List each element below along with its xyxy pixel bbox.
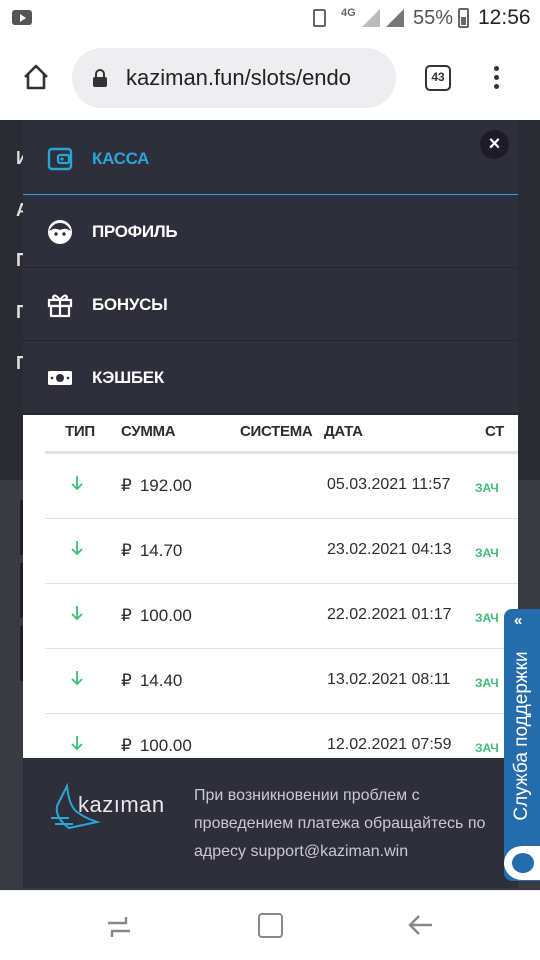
battery-icon: [458, 8, 469, 28]
amount-value: 14.70: [139, 541, 183, 560]
menu-item-cashback[interactable]: КЭШБЕК: [23, 341, 518, 414]
amount-value: 100.00: [139, 736, 192, 755]
menu-item-profile[interactable]: ПРОФИЛЬ: [23, 195, 518, 268]
amount-cell: ₽14.70: [121, 541, 182, 561]
menu-item-label: КЭШБЕК: [92, 368, 164, 387]
table-row: ₽100.00 12.02.2021 07:59 ЗАЧ: [45, 714, 518, 758]
column-header-amount: СУММА: [121, 423, 176, 440]
amount-value: 100.00: [139, 606, 192, 625]
amount-cell: ₽100.00: [121, 736, 192, 756]
date-cell: 12.02.2021 07:59: [327, 736, 452, 753]
support-label: Служба поддержки: [511, 651, 532, 821]
network-type-label: 4G: [341, 7, 356, 19]
column-header-status: СТ: [485, 423, 505, 440]
table-row: ₽14.40 13.02.2021 08:11 ЗАЧ: [45, 649, 518, 714]
chat-icon[interactable]: [504, 846, 540, 880]
amount-value: 14.40: [139, 671, 183, 690]
status-cell: ЗАЧ: [475, 611, 499, 625]
support-chevron: «: [514, 612, 523, 629]
browser-toolbar: kaziman.fun/slots/endo 43: [0, 38, 540, 120]
menu-item-bonuses[interactable]: БОНУСЫ: [23, 268, 518, 341]
lock-icon: [93, 69, 107, 87]
date-cell: 22.02.2021 01:17: [327, 606, 452, 623]
menu-item-label: БОНУСЫ: [92, 295, 168, 314]
gift-icon: [47, 294, 73, 318]
profile-face-icon: [48, 220, 72, 244]
menu-item-label: КАССА: [92, 149, 150, 168]
deposit-arrow-icon: [71, 606, 83, 621]
date-cell: 05.03.2021 11:57: [327, 476, 451, 493]
currency-sign: ₽: [121, 671, 132, 690]
status-cell: ЗАЧ: [475, 741, 499, 755]
date-cell: 23.02.2021 04:13: [327, 541, 452, 558]
kaziman-logo: kazıman: [47, 782, 167, 834]
deposit-arrow-icon: [71, 736, 83, 751]
currency-sign: ₽: [121, 606, 132, 625]
column-header-type: ТИП: [65, 423, 95, 440]
table-row: ₽192.00 05.03.2021 11:57 ЗАЧ: [45, 454, 518, 519]
deposit-arrow-icon: [71, 541, 83, 556]
signal-icon-2: [386, 9, 404, 27]
logo-text: kazıman: [78, 792, 165, 817]
menu-item-cashier[interactable]: КАССА: [23, 122, 518, 195]
status-cell: ЗАЧ: [475, 481, 499, 495]
menu-item-label: ПРОФИЛЬ: [92, 222, 178, 241]
sim-card-icon: [313, 9, 326, 27]
status-cell: ЗАЧ: [475, 546, 499, 560]
nav-home-icon[interactable]: [258, 913, 283, 938]
tab-switcher-button[interactable]: 43: [425, 65, 451, 91]
youtube-notification-icon: [12, 10, 32, 25]
deposit-arrow-icon: [71, 476, 83, 491]
deposit-arrow-icon: [71, 671, 83, 686]
status-bar: 4G 55% 12:56: [0, 0, 540, 38]
currency-sign: ₽: [121, 476, 132, 495]
battery-percentage: 55%: [413, 7, 454, 29]
android-nav-bar: [0, 890, 540, 960]
transactions-table: ТИП СУММА СИСТЕМА ДАТА СТ ₽192.00 05.03.…: [23, 415, 518, 758]
modal-footer: kazıman При возникновении проблем с пров…: [23, 758, 518, 888]
currency-sign: ₽: [121, 736, 132, 755]
clock: 12:56: [478, 6, 531, 29]
column-header-date: ДАТА: [324, 423, 363, 440]
amount-cell: ₽100.00: [121, 606, 192, 626]
browser-menu-icon[interactable]: [494, 66, 500, 92]
amount-value: 192.00: [139, 476, 192, 495]
column-header-system: СИСТЕМА: [240, 423, 313, 440]
wallet-icon: [47, 147, 73, 171]
back-icon[interactable]: [408, 914, 434, 936]
amount-cell: ₽14.40: [121, 671, 182, 691]
currency-sign: ₽: [121, 541, 132, 560]
date-cell: 13.02.2021 08:11: [327, 671, 451, 688]
home-icon[interactable]: [22, 63, 50, 91]
banknote-icon: [48, 371, 72, 385]
recent-apps-icon[interactable]: [106, 915, 132, 939]
table-row: ₽100.00 22.02.2021 01:17 ЗАЧ: [45, 584, 518, 649]
table-row: ₽14.70 23.02.2021 04:13 ЗАЧ: [45, 519, 518, 584]
address-bar[interactable]: kaziman.fun/slots/endo: [72, 48, 396, 108]
status-cell: ЗАЧ: [475, 676, 499, 690]
url-text: kaziman.fun/slots/endo: [126, 65, 352, 90]
signal-icon-1: [362, 9, 380, 27]
payment-help-text: При возникновении проблем с проведением …: [194, 787, 486, 860]
amount-cell: ₽192.00: [121, 476, 192, 496]
